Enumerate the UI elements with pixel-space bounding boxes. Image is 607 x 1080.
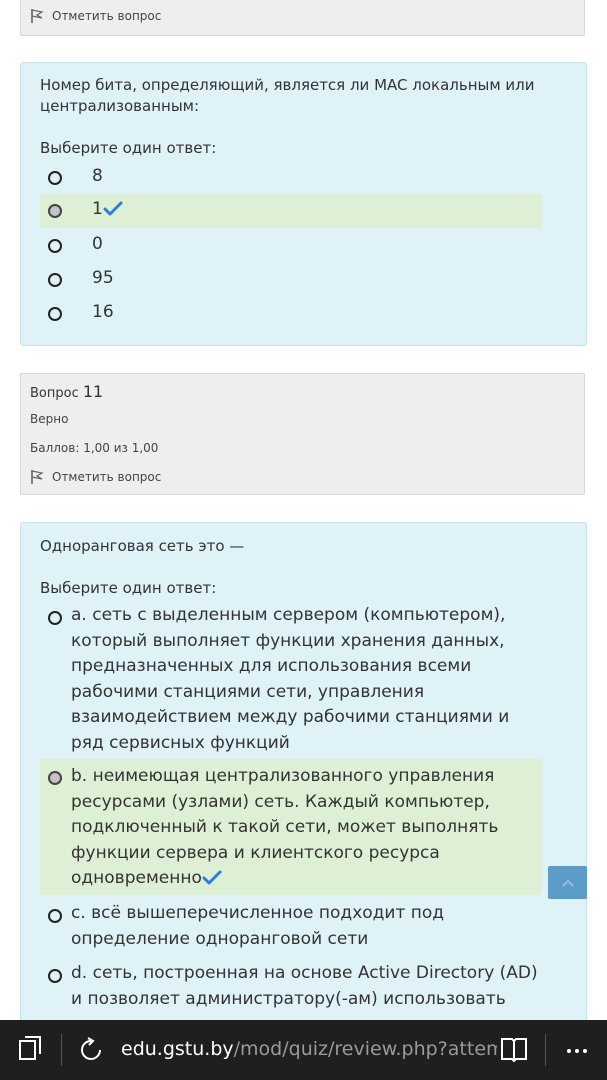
answer-option-correct[interactable]: b. неимеющая централизованного управлени… bbox=[40, 759, 542, 895]
radio-button[interactable] bbox=[48, 969, 62, 983]
option-label: 8 bbox=[92, 166, 103, 186]
answer-option[interactable]: c. всё вышеперечисленное подходит под оп… bbox=[40, 899, 542, 955]
radio-button-selected[interactable] bbox=[48, 771, 62, 785]
address-bar[interactable]: edu.gstu.by/mod/quiz/review.php?attempt= bbox=[121, 1038, 497, 1064]
answer-option[interactable]: 0 bbox=[40, 229, 542, 263]
question-status: Верно bbox=[30, 412, 69, 426]
flag-question-link[interactable]: Отметить вопрос bbox=[30, 469, 161, 485]
url-path: /mod/quiz/review.php?attempt= bbox=[233, 1038, 497, 1060]
radio-button-selected[interactable] bbox=[48, 204, 62, 218]
radio-button[interactable] bbox=[48, 239, 62, 253]
chevron-up-icon bbox=[561, 879, 574, 887]
radio-button[interactable] bbox=[48, 171, 62, 185]
flag-label: Отметить вопрос bbox=[52, 470, 162, 484]
browser-bottom-bar: edu.gstu.by/mod/quiz/review.php?attempt= bbox=[0, 1020, 607, 1080]
answer-option[interactable]: 8 bbox=[40, 162, 542, 194]
refresh-icon[interactable] bbox=[78, 1036, 106, 1064]
question-number-value: 11 bbox=[82, 382, 104, 401]
separator bbox=[61, 1034, 62, 1066]
question-text: Одноранговая сеть это — bbox=[40, 537, 245, 555]
answer-option[interactable]: 16 bbox=[40, 297, 542, 331]
option-label: d. сеть, построенная на основе Active Di… bbox=[71, 963, 538, 1009]
option-label: 0 bbox=[92, 234, 103, 254]
reading-view-icon[interactable] bbox=[500, 1036, 528, 1062]
question-number: Вопрос 11 bbox=[30, 382, 103, 401]
option-label: 1 bbox=[92, 199, 103, 219]
flag-icon bbox=[31, 9, 44, 23]
checkmark-icon bbox=[103, 201, 123, 216]
answer-option[interactable]: a. сеть с выделенным сервером (компьютер… bbox=[40, 601, 542, 757]
radio-button[interactable] bbox=[48, 611, 62, 625]
question-score: Баллов: 1,00 из 1,00 bbox=[30, 441, 159, 455]
option-label: 16 bbox=[92, 302, 114, 322]
question-label: Вопрос bbox=[30, 386, 79, 401]
radio-button[interactable] bbox=[48, 909, 62, 923]
more-icon[interactable] bbox=[566, 1048, 588, 1054]
page-viewport: Отметить вопрос Номер бита, определяющий… bbox=[0, 0, 607, 1020]
option-label: b. неимеющая централизованного управлени… bbox=[71, 766, 499, 888]
flag-icon bbox=[31, 470, 44, 484]
checkmark-icon bbox=[202, 870, 222, 885]
question-text: Номер бита, определяющий, является ли MA… bbox=[40, 76, 535, 115]
scroll-to-top-button[interactable] bbox=[548, 866, 587, 899]
option-label: 95 bbox=[92, 268, 114, 288]
question-11-box: Одноранговая сеть это — Выберите один от… bbox=[20, 522, 587, 1020]
option-label: c. всё вышеперечисленное подходит под оп… bbox=[71, 903, 445, 949]
radio-button[interactable] bbox=[48, 273, 62, 287]
separator bbox=[545, 1034, 546, 1066]
option-label: a. сеть с выделенным сервером (компьютер… bbox=[71, 605, 510, 753]
question-11-info: Вопрос 11 Верно Баллов: 1,00 из 1,00 Отм… bbox=[20, 373, 585, 495]
flag-question-link[interactable]: Отметить вопрос bbox=[30, 8, 161, 24]
radio-button[interactable] bbox=[48, 307, 62, 321]
url-domain: edu.gstu.by bbox=[121, 1038, 234, 1060]
answer-prompt: Выберите один ответ: bbox=[40, 139, 217, 157]
answer-option[interactable]: 95 bbox=[40, 263, 542, 297]
answer-option-correct[interactable]: 1 bbox=[40, 194, 542, 228]
flag-label: Отметить вопрос bbox=[52, 9, 162, 23]
tabs-icon[interactable] bbox=[18, 1036, 42, 1062]
answer-option[interactable]: d. сеть, построенная на основе Active Di… bbox=[40, 959, 542, 1020]
prev-question-info: Отметить вопрос bbox=[20, 0, 585, 36]
question-10-box: Номер бита, определяющий, является ли MA… bbox=[20, 62, 587, 346]
answer-prompt: Выберите один ответ: bbox=[40, 579, 217, 597]
